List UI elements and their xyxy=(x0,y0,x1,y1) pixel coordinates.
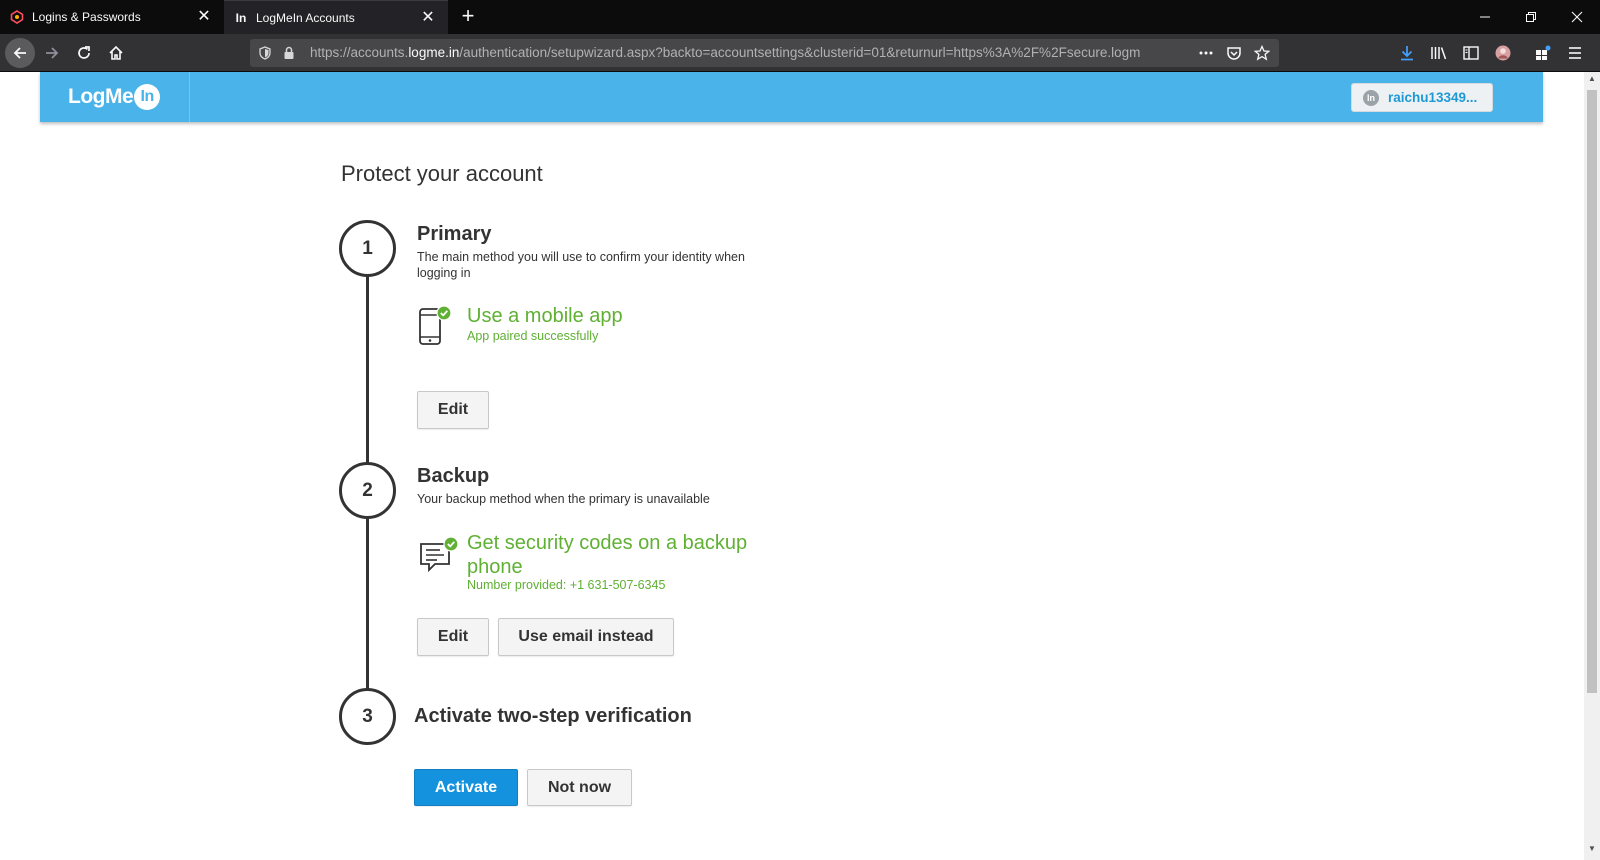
browser-tab-bar: Logins & Passwords ✕ In LogMeIn Accounts… xyxy=(0,0,1600,34)
step-2-method-title: Get security codes on a backup phone xyxy=(467,532,748,578)
padlock-icon[interactable] xyxy=(281,45,297,61)
user-icon: In xyxy=(1363,89,1379,106)
logo-text: LogMe xyxy=(68,85,134,108)
logo-badge: In xyxy=(134,84,161,110)
mobile-phone-check-icon xyxy=(417,305,453,353)
use-email-instead-button[interactable]: Use email instead xyxy=(498,618,674,656)
tab-logins-passwords[interactable]: Logins & Passwords ✕ xyxy=(0,0,224,34)
sms-message-check-icon xyxy=(419,536,461,579)
lockwise-icon xyxy=(10,10,24,24)
new-tab-icon[interactable]: + xyxy=(456,5,480,29)
downloads-icon[interactable] xyxy=(1398,44,1416,62)
tab-title: Logins & Passwords xyxy=(32,10,141,24)
logmein-favicon-icon: In xyxy=(235,10,247,25)
tab-title: LogMeIn Accounts xyxy=(256,10,355,25)
extensions-icon[interactable] xyxy=(1534,44,1552,62)
step-1-method-title: Use a mobile app xyxy=(467,305,623,327)
not-now-button[interactable]: Not now xyxy=(527,769,632,806)
reload-button[interactable] xyxy=(69,38,99,68)
scrollbar-thumb[interactable] xyxy=(1587,90,1597,693)
logmein-logo[interactable]: LogMe In xyxy=(68,82,161,112)
url-text[interactable]: https://accounts.logme.in/authentication… xyxy=(310,45,1172,61)
bookmark-star-icon[interactable] xyxy=(1254,45,1270,61)
step-1-method-status: App paired successfully xyxy=(467,329,599,343)
home-button[interactable] xyxy=(101,38,131,68)
step-2-method-status: Number provided: +1 631-507-6345 xyxy=(467,578,666,592)
step-1-number: 1 xyxy=(339,220,396,277)
user-account-button[interactable]: In raichu13349... xyxy=(1351,83,1493,112)
step-3-title: Activate two-step verification xyxy=(414,705,692,727)
reload-icon xyxy=(78,46,90,59)
vertical-scrollbar[interactable]: ▲ ▼ xyxy=(1584,72,1600,860)
scroll-down-arrow-icon[interactable]: ▼ xyxy=(1587,844,1597,856)
tracking-protection-shield-icon[interactable] xyxy=(257,45,273,61)
back-arrow-icon xyxy=(13,47,26,59)
close-tab-icon[interactable]: ✕ xyxy=(196,9,212,25)
account-avatar-icon[interactable] xyxy=(1494,44,1512,62)
back-button[interactable] xyxy=(5,38,35,68)
library-icon[interactable] xyxy=(1430,44,1448,62)
close-window-icon[interactable] xyxy=(1554,0,1600,34)
restore-window-icon[interactable] xyxy=(1508,0,1554,34)
page-content: LogMe In In raichu13349... Protect your a… xyxy=(0,72,1584,860)
step-2-title: Backup xyxy=(417,465,490,487)
hamburger-menu-icon[interactable] xyxy=(1566,44,1584,62)
sidebar-icon[interactable] xyxy=(1462,44,1480,62)
address-bar[interactable]: https://accounts.logme.in/authentication… xyxy=(250,39,1279,67)
page-actions-icon[interactable] xyxy=(1198,45,1214,61)
minimize-window-icon[interactable] xyxy=(1462,0,1508,34)
pocket-icon[interactable] xyxy=(1226,45,1242,61)
step-2-number: 2 xyxy=(339,462,396,519)
backup-edit-button[interactable]: Edit xyxy=(417,618,489,656)
url-host: logme.in xyxy=(408,45,460,60)
browser-navigation-bar: https://accounts.logme.in/authentication… xyxy=(0,34,1600,72)
step-1-description: The main method you will use to confirm … xyxy=(417,250,745,280)
url-path: /authentication/setupwizard.aspx?backto=… xyxy=(459,45,1141,60)
url-prefix: https://accounts. xyxy=(310,45,409,60)
header-divider xyxy=(189,72,190,122)
forward-arrow-icon xyxy=(46,47,59,59)
primary-edit-button[interactable]: Edit xyxy=(417,391,489,429)
activate-button[interactable]: Activate xyxy=(414,769,518,806)
page-title: Protect your account xyxy=(341,161,543,186)
site-header: LogMe In In raichu13349... xyxy=(40,72,1543,122)
step-3-number: 3 xyxy=(339,688,396,745)
step-1-title: Primary xyxy=(417,223,492,245)
user-name-label: raichu13349... xyxy=(1388,90,1478,105)
home-icon xyxy=(109,45,123,60)
scroll-up-arrow-icon[interactable]: ▲ xyxy=(1587,74,1597,86)
forward-button[interactable] xyxy=(37,38,67,68)
tab-logmein-accounts[interactable]: In LogMeIn Accounts ✕ xyxy=(224,0,448,34)
step-2-description: Your backup method when the primary is u… xyxy=(417,492,710,506)
close-tab-icon[interactable]: ✕ xyxy=(420,10,436,26)
